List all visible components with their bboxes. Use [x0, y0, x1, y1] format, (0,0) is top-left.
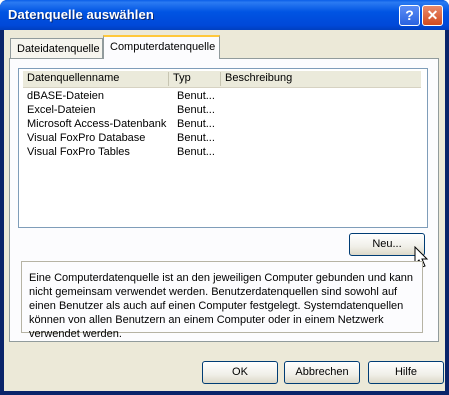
row-type: Benut... — [177, 118, 215, 130]
dialog-window: Datenquelle auswählen ? ✕ Dateidatenquel… — [0, 0, 449, 395]
dialog-client: Dateidatenquelle Computerdatenquelle Dat… — [4, 30, 445, 391]
row-type: Benut... — [177, 146, 215, 158]
list-item[interactable]: dBASE-Dateien Benut... — [23, 90, 421, 104]
row-name: Microsoft Access-Datenbank — [27, 118, 167, 130]
column-header-name[interactable]: Datenquellenname — [23, 72, 169, 86]
cancel-button[interactable]: Abbrechen — [284, 361, 360, 384]
row-type: Benut... — [177, 104, 215, 116]
help-button[interactable]: Hilfe — [368, 361, 444, 384]
row-name: dBASE-Dateien — [27, 90, 105, 102]
row-type: Benut... — [177, 90, 215, 102]
help-icon[interactable]: ? — [399, 5, 420, 26]
row-type: Benut... — [177, 132, 215, 144]
list-item[interactable]: Microsoft Access-Datenbank Benut... — [23, 118, 421, 132]
info-text: Eine Computerdatenquelle ist an den jewe… — [21, 261, 423, 340]
close-icon[interactable]: ✕ — [422, 5, 443, 26]
column-header-type[interactable]: Typ — [169, 72, 221, 86]
list-header: Datenquellenname Typ Beschreibung — [23, 71, 421, 88]
column-header-description[interactable]: Beschreibung — [221, 72, 421, 86]
row-name: Visual FoxPro Database — [27, 132, 146, 144]
list-item[interactable]: Visual FoxPro Tables Benut... — [23, 146, 421, 160]
list-item[interactable]: Visual FoxPro Database Benut... — [23, 132, 421, 146]
datasource-list[interactable]: Datenquellenname Typ Beschreibung dBASE-… — [18, 68, 428, 228]
title-bar[interactable]: Datenquelle auswählen ? ✕ — [0, 0, 449, 30]
row-name: Visual FoxPro Tables — [27, 146, 130, 158]
tab-computerdatenquelle[interactable]: Computerdatenquelle — [103, 35, 220, 59]
tab-dateidatenquelle[interactable]: Dateidatenquelle — [10, 38, 103, 58]
row-name: Excel-Dateien — [27, 104, 96, 116]
window-title: Datenquelle auswählen — [8, 7, 154, 22]
ok-button[interactable]: OK — [202, 361, 278, 384]
list-item[interactable]: Excel-Dateien Benut... — [23, 104, 421, 118]
